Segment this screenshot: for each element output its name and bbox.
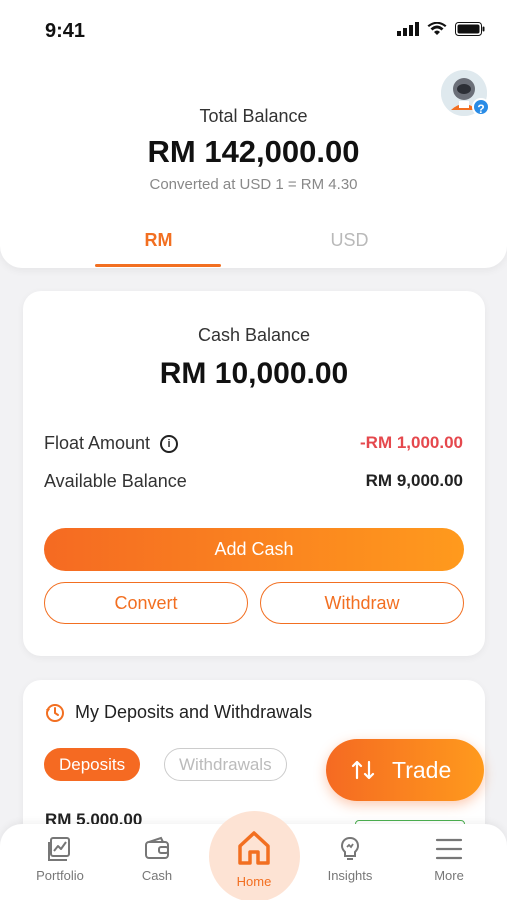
nav-label-portfolio: Portfolio — [36, 868, 84, 883]
tab-rm[interactable]: RM — [96, 230, 221, 251]
trade-button[interactable]: Trade — [326, 739, 484, 801]
info-icon[interactable]: i — [160, 434, 179, 453]
total-balance-value: RM 142,000.00 — [147, 134, 360, 169]
cash-balance-card: Cash Balance RM 10,000.00 Float Amount i… — [23, 291, 485, 656]
chip-withdrawals[interactable]: Withdrawals — [164, 748, 287, 781]
nav-item-portfolio[interactable]: Portfolio — [20, 836, 100, 883]
active-tab-indicator — [95, 264, 221, 267]
deposits-title-text: My Deposits and Withdrawals — [75, 702, 313, 722]
cash-balance-value: RM 10,000.00 — [159, 357, 349, 390]
battery-icon — [455, 22, 485, 36]
status-icons — [397, 22, 485, 36]
home-icon — [238, 831, 270, 865]
wallet-icon — [145, 836, 169, 859]
portfolio-icon — [48, 837, 70, 861]
total-balance-label: Total Balance — [199, 106, 308, 126]
cellular-signal-icon — [397, 22, 419, 36]
nav-label-home: Home — [236, 874, 272, 889]
history-icon — [46, 703, 64, 722]
nav-item-home[interactable]: Home — [214, 828, 294, 889]
convert-button[interactable]: Convert — [44, 582, 248, 624]
withdraw-button[interactable]: Withdraw — [260, 582, 464, 624]
cash-balance-label: Cash Balance — [197, 325, 311, 345]
available-balance-label: Available Balance — [44, 471, 187, 491]
nav-item-more[interactable]: More — [409, 836, 489, 883]
add-cash-button[interactable]: Add Cash — [44, 528, 464, 571]
nav-label-cash: Cash — [141, 868, 173, 883]
chip-deposits[interactable]: Deposits — [44, 748, 141, 781]
nav-item-cash[interactable]: Cash — [117, 836, 197, 883]
float-amount-value: -RM 1,000.00 — [360, 433, 463, 452]
status-time: 9:41 — [45, 20, 86, 42]
float-amount-row: Float Amount i — [44, 433, 179, 454]
menu-icon — [435, 838, 463, 860]
insights-icon — [340, 836, 360, 860]
nav-label-more: More — [434, 868, 464, 883]
tab-usd[interactable]: USD — [287, 230, 412, 251]
nav-item-insights[interactable]: Insights — [310, 836, 390, 883]
nav-label-insights: Insights — [327, 868, 373, 883]
balance-header: 9:41 ? Total Balance RM 142,000.00 Conve… — [0, 0, 507, 268]
available-balance-value: RM 9,000.00 — [365, 471, 463, 490]
deposits-title: My Deposits and Withdrawals — [45, 702, 312, 723]
conversion-rate-text: Converted at USD 1 = RM 4.30 — [149, 176, 358, 193]
wifi-icon — [427, 22, 447, 35]
float-amount-label: Float Amount — [44, 433, 151, 453]
swap-arrows-icon — [351, 760, 375, 780]
trade-button-label: Trade — [392, 756, 452, 783]
